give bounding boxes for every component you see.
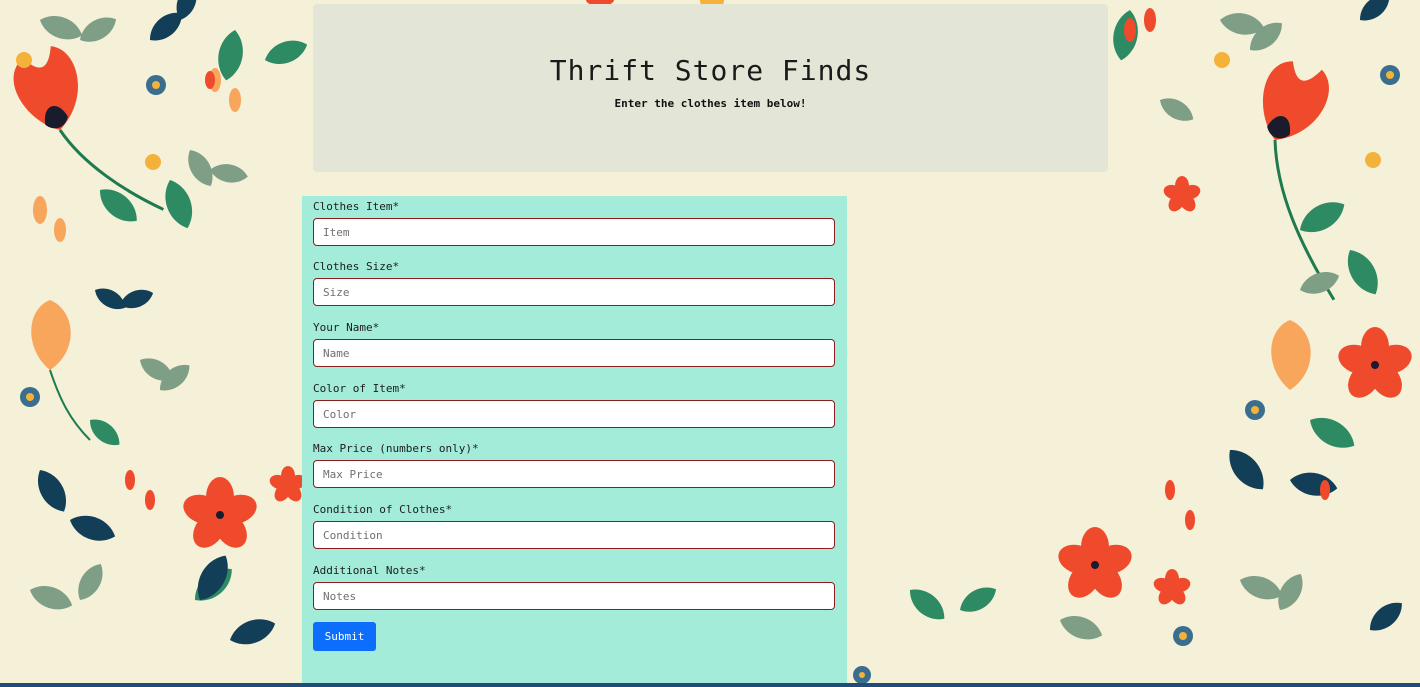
orange-flower-icon	[179, 477, 261, 554]
your-name-input[interactable]	[313, 339, 835, 367]
additional-notes-field: Additional Notes*	[313, 564, 835, 610]
clothes-size-field: Clothes Size*	[313, 260, 835, 306]
additional-notes-input[interactable]	[313, 582, 835, 610]
clothes-size-input[interactable]	[313, 278, 835, 306]
clothes-item-field: Clothes Item*	[313, 200, 835, 246]
color-field: Color of Item*	[313, 382, 835, 428]
condition-field: Condition of Clothes*	[313, 503, 835, 549]
your-name-label: Your Name*	[313, 321, 380, 334]
clothes-item-input[interactable]	[313, 218, 835, 246]
submit-button[interactable]: Submit	[313, 622, 376, 651]
window-bottom-edge	[0, 683, 1420, 687]
orange-bud-icon	[31, 300, 91, 441]
max-price-field: Max Price (numbers only)*	[313, 442, 835, 488]
color-label: Color of Item*	[313, 382, 406, 395]
clothes-size-label: Clothes Size*	[313, 260, 400, 273]
page-title: Thrift Store Finds	[549, 54, 872, 87]
your-name-field: Your Name*	[313, 321, 835, 367]
page-subtitle: Enter the clothes item below!	[614, 97, 807, 110]
color-input[interactable]	[313, 400, 835, 428]
condition-input[interactable]	[313, 521, 835, 549]
clothes-item-label: Clothes Item*	[313, 200, 400, 213]
page-header: Thrift Store Finds Enter the clothes ite…	[313, 4, 1108, 172]
max-price-input[interactable]	[313, 460, 835, 488]
clothes-item-form: Clothes Item* Clothes Size* Your Name* C…	[302, 196, 847, 687]
max-price-label: Max Price (numbers only)*	[313, 442, 479, 455]
additional-notes-label: Additional Notes*	[313, 564, 426, 577]
condition-label: Condition of Clothes*	[313, 503, 453, 516]
